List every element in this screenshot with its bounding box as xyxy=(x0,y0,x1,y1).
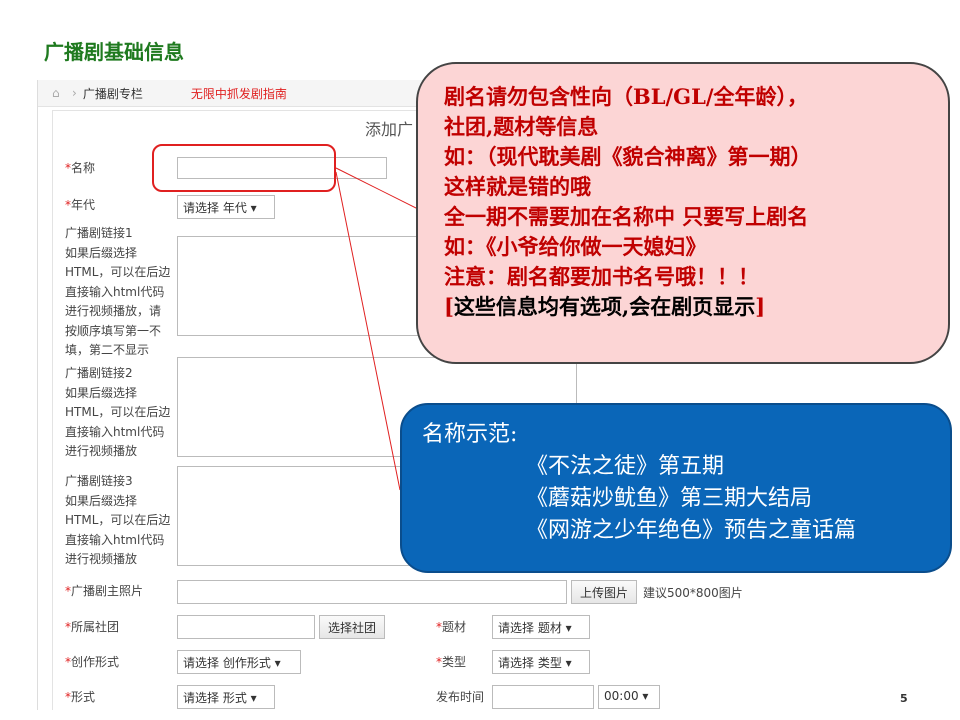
name-field-highlight xyxy=(152,144,336,192)
naming-rules-callout: 剧名请勿包含性向（BL/GL/全年龄）， 社团,题材等信息 如：（现代耽美剧《貌… xyxy=(416,62,950,364)
page-number: 5 xyxy=(900,692,908,705)
name-examples-callout: 名称示范: 《不法之徒》第五期 《蘑菇炒鱿鱼》第三期大结局 《网游之少年绝色》预… xyxy=(400,403,952,573)
